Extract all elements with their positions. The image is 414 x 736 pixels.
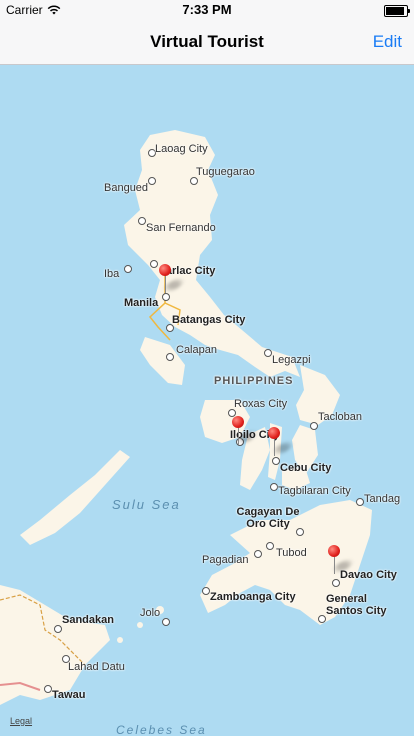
map-pin-icon xyxy=(159,264,171,276)
city-dot xyxy=(148,177,156,185)
city-dot xyxy=(138,217,146,225)
city-dot xyxy=(166,353,174,361)
city-dot xyxy=(44,685,52,693)
city-dot xyxy=(264,349,272,357)
status-bar: Carrier 7:33 PM xyxy=(0,0,414,20)
legal-link[interactable]: Legal xyxy=(10,716,32,726)
city-label: Cagayan De Oro City xyxy=(236,506,300,530)
city-dot xyxy=(310,422,318,430)
page-title: Virtual Tourist xyxy=(150,32,264,51)
location-pin[interactable] xyxy=(159,264,184,294)
city-label: Jolo xyxy=(140,607,161,619)
location-pin[interactable] xyxy=(232,416,257,446)
map-pin-icon xyxy=(268,427,280,439)
city-label: Zamboanga City xyxy=(210,591,296,603)
city-label: Tacloban xyxy=(318,411,363,423)
city-dot xyxy=(270,483,278,491)
city-label: Manila xyxy=(124,297,159,309)
city-label: Calapan xyxy=(176,344,217,356)
city-label: Tuguegarao xyxy=(196,166,255,178)
city-label: Legazpi xyxy=(272,354,311,366)
sea-label: Celebes Sea xyxy=(116,723,207,736)
sea-label: Sulu Sea xyxy=(112,497,181,512)
city-label: Tandag xyxy=(364,493,401,505)
city-dot xyxy=(332,579,340,587)
city-label: San Fernando xyxy=(146,222,216,234)
city-dot xyxy=(272,457,280,465)
city-dot xyxy=(150,260,158,268)
map-view[interactable]: Laoag City Tuguegarao Bangued San Fernan… xyxy=(0,65,414,736)
city-label: Batangas City xyxy=(172,314,246,326)
battery-icon xyxy=(384,5,410,17)
city-label: Tagbilaran City xyxy=(278,485,351,497)
city-dot xyxy=(254,550,262,558)
navigation-bar: Virtual Tourist Edit xyxy=(0,20,414,65)
city-label: General Santos City xyxy=(326,593,387,617)
city-dot xyxy=(202,587,210,595)
city-label: Sandakan xyxy=(62,614,114,626)
edit-button[interactable]: Edit xyxy=(373,32,402,52)
city-dot xyxy=(266,542,274,550)
city-label: Davao City xyxy=(340,569,397,581)
city-label: Pagadian xyxy=(202,554,249,566)
status-time: 7:33 PM xyxy=(182,2,232,17)
city-dot xyxy=(124,265,132,273)
city-label: Lahad Datu xyxy=(68,661,125,673)
location-pin[interactable] xyxy=(268,427,293,457)
map-pin-icon xyxy=(328,545,340,557)
city-label: Laoag City xyxy=(155,143,208,155)
city-dot xyxy=(162,293,170,301)
city-label: Bangued xyxy=(104,182,149,194)
city-label: Tawau xyxy=(52,689,86,701)
map-pin-icon xyxy=(232,416,244,428)
location-pin[interactable] xyxy=(328,545,353,575)
city-dot xyxy=(190,177,198,185)
country-label: PHILIPPINES xyxy=(214,375,294,387)
city-dot xyxy=(54,625,62,633)
city-label: Roxas City xyxy=(234,398,288,410)
city-dot xyxy=(318,615,326,623)
city-label: Cebu City xyxy=(280,462,332,474)
city-label: Tubod xyxy=(276,547,307,559)
city-label: Iba xyxy=(104,268,120,280)
city-dot xyxy=(356,498,364,506)
city-dot xyxy=(162,618,170,626)
